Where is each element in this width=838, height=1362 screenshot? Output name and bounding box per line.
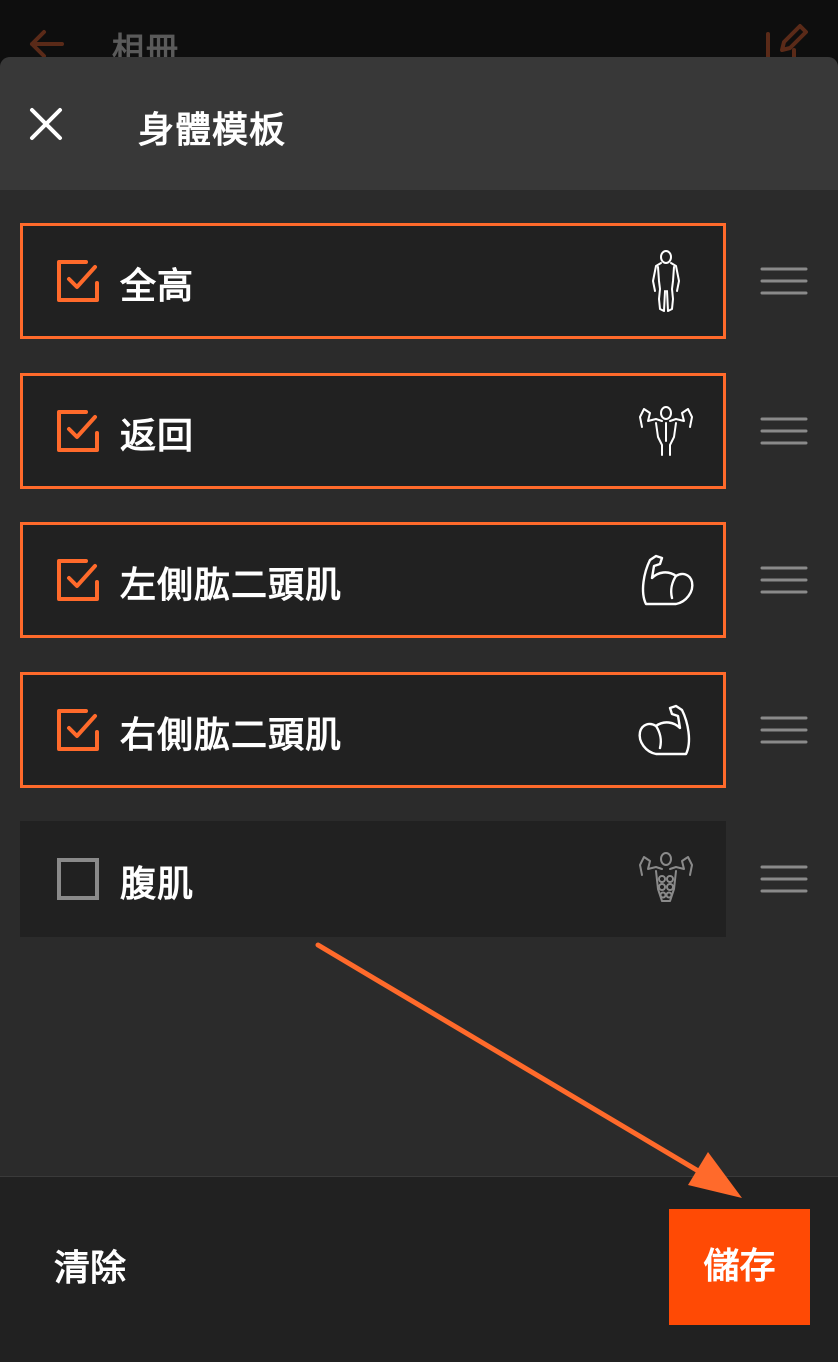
template-row-right-biceps[interactable]: 右側肱二頭肌	[20, 672, 726, 788]
drag-handle-icon[interactable]	[758, 413, 810, 449]
template-row-left-biceps[interactable]: 左側肱二頭肌	[20, 522, 726, 638]
save-button[interactable]: 儲存	[669, 1209, 810, 1325]
checkbox-checked-icon[interactable]	[56, 259, 100, 303]
close-icon[interactable]	[24, 102, 68, 146]
checkbox-checked-icon[interactable]	[56, 409, 100, 453]
right-biceps-icon	[638, 704, 691, 756]
bottom-action-bar: 清除 儲存	[0, 1176, 838, 1362]
clear-button[interactable]: 清除	[38, 1237, 142, 1301]
left-biceps-icon	[641, 554, 694, 606]
sheet-title: 身體模板	[138, 110, 287, 151]
checkbox-checked-icon[interactable]	[56, 708, 100, 752]
back-muscles-icon	[639, 406, 693, 456]
abs-icon	[639, 852, 693, 902]
template-row-back[interactable]: 返回	[20, 373, 726, 489]
checkbox-checked-icon[interactable]	[56, 558, 100, 602]
template-label: 全高	[120, 266, 195, 307]
checkbox-unchecked-icon[interactable]	[56, 857, 100, 901]
template-label: 返回	[120, 416, 195, 457]
template-label: 右側肱二頭肌	[120, 715, 343, 756]
template-row-abs[interactable]: 腹肌	[20, 821, 726, 937]
template-label: 腹肌	[120, 864, 195, 905]
full-body-icon	[652, 250, 680, 312]
template-label: 左側肱二頭肌	[120, 565, 343, 606]
template-row-full-height[interactable]: 全高	[20, 223, 726, 339]
drag-handle-icon[interactable]	[758, 263, 810, 299]
sheet-header: 身體模板	[0, 57, 838, 190]
drag-handle-icon[interactable]	[758, 861, 810, 897]
drag-handle-icon[interactable]	[758, 562, 810, 598]
drag-handle-icon[interactable]	[758, 712, 810, 748]
